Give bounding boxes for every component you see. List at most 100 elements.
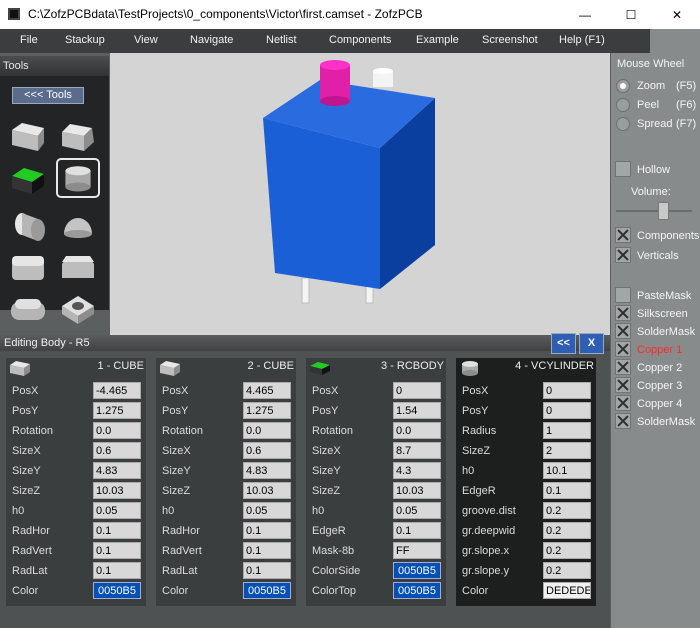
layer-silkscreen-checkbox[interactable] [615, 305, 631, 321]
param-value-field[interactable]: 8.7 [393, 442, 441, 459]
param-value-field[interactable]: 0.1 [243, 562, 291, 579]
peel-radio[interactable] [616, 98, 630, 112]
param-value-field[interactable]: 0050B5 [243, 582, 291, 599]
menu-example[interactable]: Example [416, 34, 459, 46]
collapse-editor-button[interactable]: << [551, 333, 576, 354]
layer-soldermask-bottom-checkbox[interactable] [615, 413, 631, 429]
param-row: PosX -4.465 [6, 382, 146, 400]
param-value-field[interactable]: 0.6 [93, 442, 141, 459]
slot-tool-icon[interactable] [8, 290, 48, 328]
param-row: h0 0.05 [306, 502, 446, 520]
param-value-field[interactable]: 0.6 [243, 442, 291, 459]
menu-view[interactable]: View [134, 34, 158, 46]
param-value-field[interactable]: 0.05 [93, 502, 141, 519]
param-value-field[interactable]: 0 [393, 382, 441, 399]
param-value-field[interactable]: 0.0 [393, 422, 441, 439]
layer-copper4-checkbox[interactable] [615, 395, 631, 411]
param-value-field[interactable]: 0.2 [543, 522, 591, 539]
cube-tool-icon[interactable] [8, 118, 48, 156]
layer-copper3-checkbox[interactable] [615, 377, 631, 393]
param-row: SizeZ 10.03 [306, 482, 446, 500]
param-value-field[interactable]: 4.83 [93, 462, 141, 479]
param-value-field[interactable]: 10.03 [93, 482, 141, 499]
param-value-field[interactable]: 0.2 [543, 542, 591, 559]
param-value-field[interactable]: 0.05 [243, 502, 291, 519]
param-value-field[interactable]: 4.465 [243, 382, 291, 399]
param-value-field[interactable]: 1.275 [243, 402, 291, 419]
octagon-tool-icon[interactable] [58, 248, 98, 286]
tools-back-button[interactable]: <<< Tools [12, 87, 84, 104]
layer-copper1-checkbox[interactable] [615, 341, 631, 357]
spread-radio[interactable] [616, 117, 630, 131]
param-value-field[interactable]: 10.03 [393, 482, 441, 499]
minimize-button[interactable]: — [562, 0, 608, 29]
param-value-field[interactable]: FF [393, 542, 441, 559]
menu-screenshot[interactable]: Screenshot [482, 34, 538, 46]
hole-tool-icon[interactable] [58, 290, 98, 328]
close-window-button[interactable]: ✕ [654, 0, 700, 29]
app-icon [8, 8, 20, 20]
layer-pastemask-checkbox[interactable] [615, 287, 631, 303]
param-value-field[interactable]: -4.465 [93, 382, 141, 399]
chamfered-cube-tool-icon[interactable] [58, 118, 98, 156]
param-row: SizeZ 2 [456, 442, 596, 460]
param-value-field[interactable]: 2 [543, 442, 591, 459]
rcbody-tool-icon[interactable] [8, 162, 48, 200]
param-value-field[interactable]: 0.1 [543, 482, 591, 499]
param-row: SizeZ 10.03 [156, 482, 296, 500]
param-value-field[interactable]: 0.0 [93, 422, 141, 439]
param-value-field[interactable]: 0.2 [543, 562, 591, 579]
param-value-field[interactable]: DEDEDE [543, 582, 591, 599]
menu-navigate[interactable]: Navigate [190, 34, 233, 46]
param-value-field[interactable]: 4.83 [243, 462, 291, 479]
param-label: Color [162, 585, 189, 597]
menu-stackup[interactable]: Stackup [65, 34, 105, 46]
param-value-field[interactable]: 0 [543, 402, 591, 419]
param-row: SizeX 0.6 [6, 442, 146, 460]
zoom-radio[interactable] [616, 79, 630, 93]
param-value-field[interactable]: 0 [543, 382, 591, 399]
maximize-button[interactable]: ☐ [608, 0, 654, 29]
param-value-field[interactable]: 0.1 [93, 522, 141, 539]
param-value-field[interactable]: 0.2 [543, 502, 591, 519]
rounded-box-tool-icon[interactable] [8, 248, 48, 286]
vcylinder-tool-icon[interactable] [56, 158, 100, 198]
param-label: RadVert [162, 545, 202, 557]
param-value-field[interactable]: 0.1 [393, 522, 441, 539]
param-value-field[interactable]: 0.1 [93, 562, 141, 579]
param-label: gr.deepwid [462, 525, 516, 537]
volume-slider-track[interactable] [616, 210, 692, 212]
param-value-field[interactable]: 1.275 [93, 402, 141, 419]
dome-tool-icon[interactable] [58, 206, 98, 244]
menu-help[interactable]: Help (F1) [559, 34, 605, 46]
verticals-checkbox[interactable] [615, 247, 631, 263]
hcylinder-tool-icon[interactable] [8, 206, 48, 244]
param-value-field[interactable]: 1.54 [393, 402, 441, 419]
param-value-field[interactable]: 0.1 [93, 542, 141, 559]
param-row: gr.slope.y 0.2 [456, 562, 596, 580]
param-label: RadVert [12, 545, 52, 557]
layer-soldermask-top-checkbox[interactable] [615, 323, 631, 339]
close-editor-button[interactable]: X [579, 333, 604, 354]
menu-components[interactable]: Components [329, 34, 391, 46]
param-value-field[interactable]: 4.3 [393, 462, 441, 479]
param-value-field[interactable]: 10.1 [543, 462, 591, 479]
param-value-field[interactable]: 0050B5 [93, 582, 141, 599]
volume-slider-thumb[interactable] [658, 202, 669, 220]
layer-copper2-checkbox[interactable] [615, 359, 631, 375]
param-value-field[interactable]: 1 [543, 422, 591, 439]
param-label: ColorSide [312, 565, 361, 577]
hollow-checkbox[interactable] [615, 161, 631, 177]
param-value-field[interactable]: 10.03 [243, 482, 291, 499]
3d-viewport[interactable] [110, 53, 610, 335]
components-checkbox[interactable] [615, 227, 631, 243]
param-label: RadHor [162, 525, 200, 537]
param-value-field[interactable]: 0.1 [243, 542, 291, 559]
param-value-field[interactable]: 0.1 [243, 522, 291, 539]
param-value-field[interactable]: 0.05 [393, 502, 441, 519]
param-value-field[interactable]: 0050B5 [393, 562, 441, 579]
param-value-field[interactable]: 0.0 [243, 422, 291, 439]
menu-file[interactable]: File [20, 34, 38, 46]
menu-netlist[interactable]: Netlist [266, 34, 297, 46]
param-value-field[interactable]: 0050B5 [393, 582, 441, 599]
